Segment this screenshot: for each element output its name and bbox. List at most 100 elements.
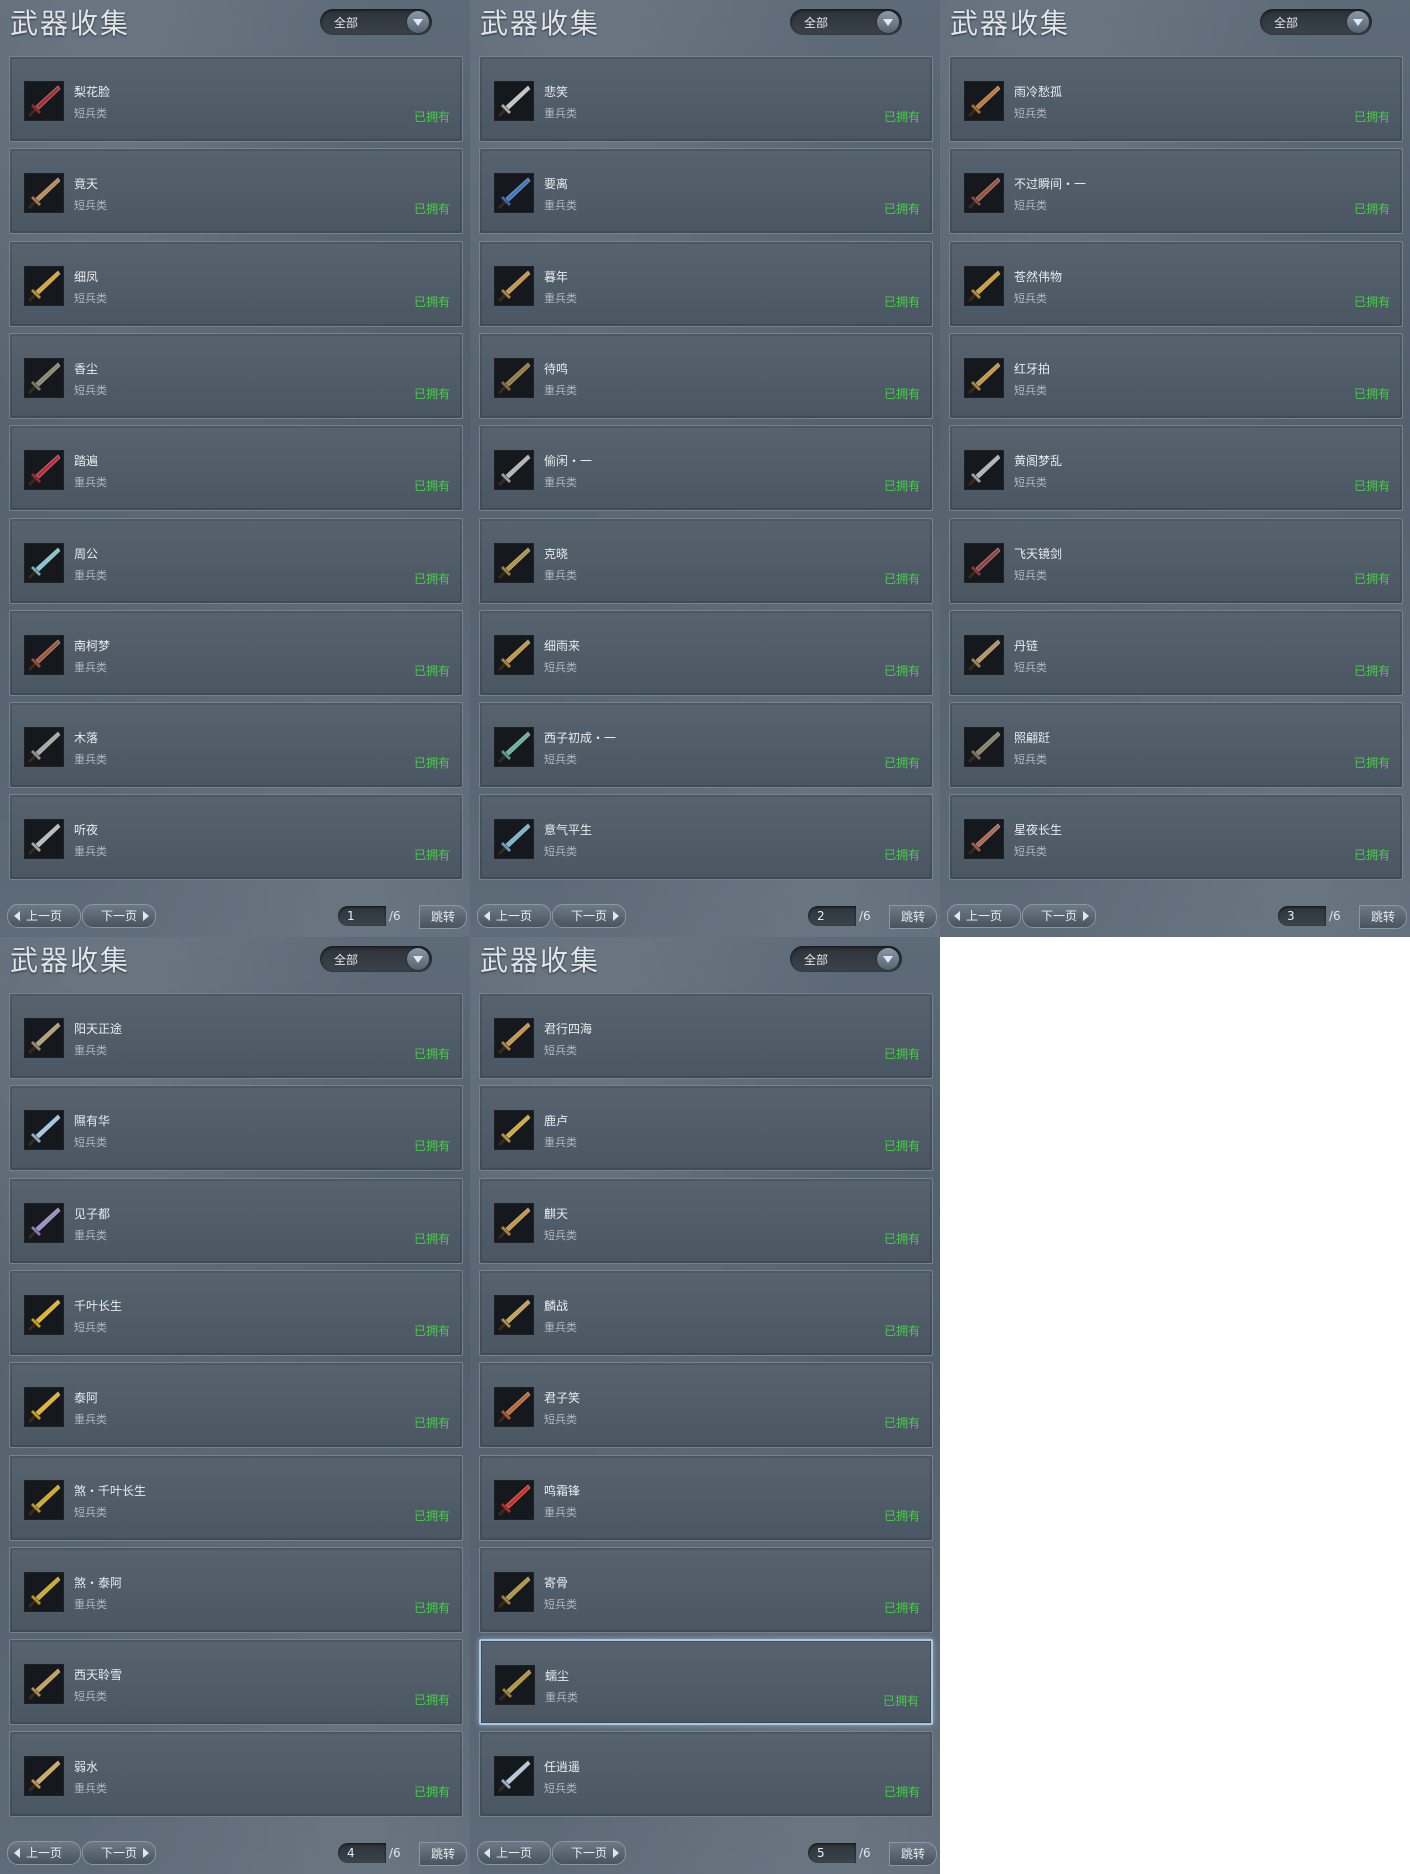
page-number-input[interactable]: 3 [1278, 906, 1326, 926]
chevron-down-icon[interactable] [877, 948, 899, 970]
filter-dropdown[interactable]: 全部 [790, 9, 902, 35]
filter-dropdown[interactable]: 全部 [790, 946, 902, 972]
owned-status: 已拥有 [883, 663, 920, 678]
weapon-list-item[interactable]: 香尘 短兵类 已拥有 [9, 332, 463, 419]
weapon-list-item[interactable]: 蠕尘 重兵类 已拥有 [479, 1639, 933, 1726]
weapon-list-item[interactable]: 悲笑 重兵类 已拥有 [479, 56, 933, 142]
weapon-list-item[interactable]: 煞・千叶长生 短兵类 已拥有 [9, 1454, 463, 1541]
owned-status: 已拥有 [413, 1693, 450, 1708]
weapon-list-item[interactable]: 不过瞬间・一 短兵类 已拥有 [949, 148, 1403, 235]
filter-dropdown[interactable]: 全部 [320, 9, 432, 35]
weapon-list-item[interactable]: 麟战 重兵类 已拥有 [479, 1269, 933, 1356]
weapon-type: 短兵类 [1014, 753, 1047, 767]
prev-page-button[interactable]: 上一页 [477, 904, 551, 928]
page-number-input[interactable]: 5 [808, 1843, 856, 1863]
weapon-type: 短兵类 [74, 383, 107, 397]
weapon-list-item[interactable]: 雨冷愁孤 短兵类 已拥有 [949, 56, 1403, 142]
weapon-list-item[interactable]: 煞・泰阿 重兵类 已拥有 [9, 1546, 463, 1633]
weapon-list-item[interactable]: 飞天镜剑 短兵类 已拥有 [949, 517, 1403, 604]
weapon-list-item[interactable]: 意气平生 短兵类 已拥有 [479, 794, 933, 881]
filter-value: 全部 [334, 16, 359, 30]
weapon-list-item[interactable]: 君行四海 短兵类 已拥有 [479, 993, 933, 1079]
gold-greatblade-icon [494, 265, 534, 306]
owned-status: 已拥有 [413, 110, 450, 124]
weapon-name: 雨冷愁孤 [1014, 85, 1063, 99]
weapon-type: 短兵类 [1014, 845, 1047, 859]
weapon-list-item[interactable]: 鹿卢 重兵类 已拥有 [479, 1085, 933, 1172]
weapon-list-item[interactable]: 要离 重兵类 已拥有 [479, 148, 933, 235]
next-page-button[interactable]: 下一页 [1022, 904, 1096, 928]
chevron-down-icon[interactable] [407, 948, 429, 970]
weapon-list-item[interactable]: 隰有华 短兵类 已拥有 [9, 1085, 463, 1172]
weapon-name: 红牙拍 [1014, 361, 1051, 376]
jump-button[interactable]: 跳转 [419, 905, 467, 929]
weapon-list-item[interactable]: 竟天 短兵类 已拥有 [9, 148, 463, 235]
weapon-list-item[interactable]: 西子初成・一 短兵类 已拥有 [479, 702, 933, 789]
weapon-list-item[interactable]: 阳天正途 重兵类 已拥有 [9, 993, 463, 1079]
weapon-list-item[interactable]: 见子都 重兵类 已拥有 [9, 1177, 463, 1264]
chevron-down-icon[interactable] [407, 11, 429, 33]
next-page-button[interactable]: 下一页 [552, 1841, 626, 1865]
weapon-list-item[interactable]: 细雨来 短兵类 已拥有 [479, 609, 933, 696]
filter-dropdown[interactable]: 全部 [1260, 9, 1372, 35]
weapon-list-item[interactable]: 泰阿 重兵类 已拥有 [9, 1362, 463, 1449]
next-page-button[interactable]: 下一页 [82, 1841, 156, 1865]
jump-button[interactable]: 跳转 [889, 1842, 937, 1866]
filter-value: 全部 [804, 16, 829, 30]
weapon-name: 暮年 [544, 269, 569, 284]
weapon-type: 短兵类 [1014, 107, 1047, 120]
prev-page-button[interactable]: 上一页 [947, 904, 1021, 928]
weapon-list-item[interactable]: 细凤 短兵类 已拥有 [9, 240, 463, 327]
weapon-list-item[interactable]: 待鸣 重兵类 已拥有 [479, 332, 933, 419]
weapon-list-item[interactable]: 红牙拍 短兵类 已拥有 [949, 332, 1403, 419]
jump-button[interactable]: 跳转 [889, 905, 937, 929]
weapon-list-item[interactable]: 千叶长生 短兵类 已拥有 [9, 1269, 463, 1356]
owned-status: 已拥有 [413, 1139, 450, 1154]
page-number-input[interactable]: 1 [338, 906, 386, 926]
weapon-list-item[interactable]: 丹链 短兵类 已拥有 [949, 609, 1403, 696]
axe-icon [964, 450, 1004, 491]
weapon-list-item[interactable]: 西天聆雪 短兵类 已拥有 [9, 1639, 463, 1726]
weapon-list-item[interactable]: 偷闲・一 重兵类 已拥有 [479, 425, 933, 512]
weapon-list-item[interactable]: 君子笑 短兵类 已拥有 [479, 1362, 933, 1449]
owned-status: 已拥有 [883, 1416, 920, 1431]
next-page-button[interactable]: 下一页 [552, 904, 626, 928]
weapon-list-item[interactable]: 克晓 重兵类 已拥有 [479, 517, 933, 604]
weapon-list-item[interactable]: 木落 重兵类 已拥有 [9, 702, 463, 789]
jump-button[interactable]: 跳转 [1359, 905, 1407, 929]
dark-gold-greatblade-icon [495, 1665, 535, 1706]
weapon-type: 短兵类 [544, 1597, 577, 1611]
page-number-input[interactable]: 2 [808, 906, 856, 926]
weapon-list-item[interactable]: 鸣霜锋 重兵类 已拥有 [479, 1454, 933, 1541]
weapon-list-item[interactable]: 梨花脸 短兵类 已拥有 [9, 56, 463, 142]
prev-page-button[interactable]: 上一页 [7, 1841, 81, 1865]
weapon-list-item[interactable]: 听夜 重兵类 已拥有 [9, 794, 463, 881]
chevron-down-icon[interactable] [1347, 11, 1369, 33]
weapon-list-item[interactable]: 南柯梦 重兵类 已拥有 [9, 609, 463, 696]
next-page-button[interactable]: 下一页 [82, 904, 156, 928]
weapon-list-item[interactable]: 弱水 重兵类 已拥有 [9, 1731, 463, 1818]
weapon-list-item[interactable]: 周公 重兵类 已拥有 [9, 517, 463, 604]
page-number-input[interactable]: 4 [338, 1843, 386, 1863]
weapon-type: 短兵类 [74, 1505, 107, 1519]
weapon-list-item[interactable]: 黄阁梦乱 短兵类 已拥有 [949, 425, 1403, 512]
filter-dropdown[interactable]: 全部 [320, 946, 432, 972]
weapon-list-item[interactable]: 任逍遥 短兵类 已拥有 [479, 1731, 933, 1818]
crimson-sword-icon [964, 819, 1004, 860]
weapon-list-item[interactable]: 暮年 重兵类 已拥有 [479, 240, 933, 327]
page-total: /6 [389, 909, 401, 923]
weapon-list-item[interactable]: 寄骨 短兵类 已拥有 [479, 1546, 933, 1633]
silver-sword-icon [494, 1756, 534, 1797]
chevron-down-icon[interactable] [877, 11, 899, 33]
weapon-list-item[interactable]: 苍然伟物 短兵类 已拥有 [949, 240, 1403, 327]
weapon-list-item[interactable]: 照翩跹 短兵类 已拥有 [949, 702, 1403, 789]
weapon-type: 重兵类 [544, 476, 577, 490]
panel-title: 武器收集 [480, 7, 601, 40]
prev-page-button[interactable]: 上一页 [7, 904, 81, 928]
weapon-name: 意气平生 [544, 823, 593, 838]
prev-page-button[interactable]: 上一页 [477, 1841, 551, 1865]
weapon-list-item[interactable]: 踏遍 重兵类 已拥有 [9, 425, 463, 512]
weapon-list-item[interactable]: 星夜长生 短兵类 已拥有 [949, 794, 1403, 881]
jump-button[interactable]: 跳转 [419, 1842, 467, 1866]
weapon-list-item[interactable]: 麒天 短兵类 已拥有 [479, 1177, 933, 1264]
